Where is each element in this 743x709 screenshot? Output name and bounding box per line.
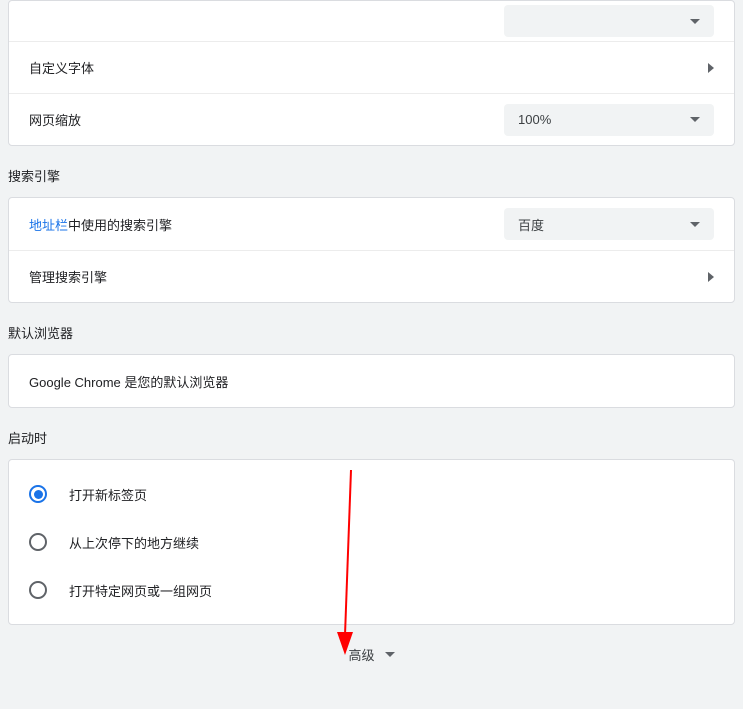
page-zoom-label: 网页缩放 — [29, 110, 81, 129]
address-bar-link[interactable]: 地址栏 — [29, 215, 68, 234]
radio-unselected-icon — [29, 581, 47, 599]
page-zoom-value: 100% — [518, 112, 551, 127]
address-bar-suffix: 中使用的搜索引擎 — [68, 215, 172, 234]
advanced-label: 高级 — [348, 645, 374, 664]
page-zoom-row: 网页缩放 100% — [9, 93, 734, 145]
chevron-right-icon — [708, 272, 714, 282]
startup-option-label: 打开特定网页或一组网页 — [69, 581, 212, 600]
search-engine-section-title: 搜索引擎 — [0, 146, 743, 197]
chevron-down-icon — [690, 222, 700, 227]
search-engine-value: 百度 — [518, 215, 544, 234]
radio-selected-icon — [29, 485, 47, 503]
startup-option-specific-pages[interactable]: 打开特定网页或一组网页 — [9, 566, 734, 614]
address-bar-search-row: 地址栏中使用的搜索引擎 百度 — [9, 198, 734, 250]
page-zoom-select[interactable]: 100% — [504, 104, 714, 136]
chevron-down-icon — [385, 652, 395, 657]
customize-fonts-row[interactable]: 自定义字体 — [9, 41, 734, 93]
startup-option-label: 打开新标签页 — [69, 485, 147, 504]
manage-search-engines-row[interactable]: 管理搜索引擎 — [9, 250, 734, 302]
default-browser-section-title: 默认浏览器 — [0, 303, 743, 354]
customize-fonts-label: 自定义字体 — [29, 58, 94, 77]
radio-unselected-icon — [29, 533, 47, 551]
chevron-down-icon — [690, 117, 700, 122]
font-size-select[interactable] — [504, 5, 714, 37]
chevron-right-icon — [708, 63, 714, 73]
startup-option-label: 从上次停下的地方继续 — [69, 533, 199, 552]
search-engine-select[interactable]: 百度 — [504, 208, 714, 240]
default-browser-status-row: Google Chrome 是您的默认浏览器 — [9, 355, 734, 407]
default-browser-status: Google Chrome 是您的默认浏览器 — [29, 372, 228, 391]
startup-option-continue[interactable]: 从上次停下的地方继续 — [9, 518, 734, 566]
startup-option-new-tab[interactable]: 打开新标签页 — [9, 470, 734, 518]
on-startup-section-title: 启动时 — [0, 408, 743, 459]
chevron-down-icon — [690, 19, 700, 24]
advanced-toggle[interactable]: 高级 — [0, 625, 743, 688]
manage-search-engines-label: 管理搜索引擎 — [29, 267, 107, 286]
